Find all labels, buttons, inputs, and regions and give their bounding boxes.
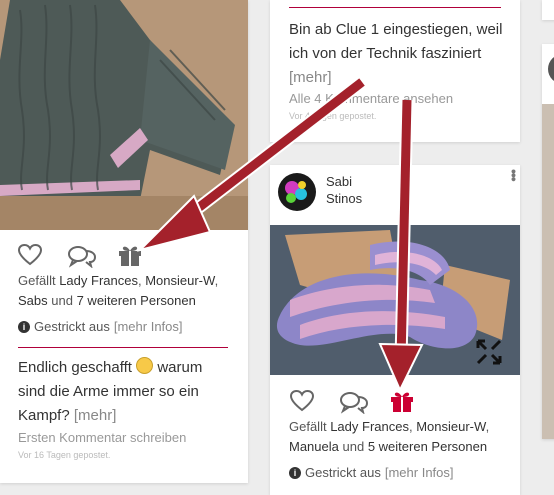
heart-icon[interactable]: [17, 243, 43, 267]
info-icon: i: [18, 320, 30, 333]
liker-link[interactable]: Lady Frances: [330, 419, 409, 434]
comment-bubbles-icon[interactable]: [67, 244, 97, 268]
avatar[interactable]: [277, 172, 317, 212]
caption-more-link[interactable]: [mehr]: [74, 407, 117, 424]
liker-link[interactable]: Manuela: [289, 439, 339, 454]
partial-card-right: [542, 44, 554, 439]
liker-link[interactable]: Lady Frances: [59, 273, 138, 288]
partial-card-top: [542, 0, 554, 20]
divider: [18, 347, 228, 348]
liker-link[interactable]: Monsieur-W: [416, 419, 485, 434]
comment-bubbles-icon[interactable]: [339, 390, 369, 414]
expand-icon[interactable]: [474, 337, 504, 367]
avatar[interactable]: [548, 54, 554, 84]
more-likers-link[interactable]: 7 weiteren Personen: [77, 293, 196, 308]
more-info-link[interactable]: [mehr Infos]: [385, 465, 454, 480]
sweater-photo[interactable]: [0, 0, 248, 230]
top-post-card: Bin ab Clue 1 eingestiegen, weil ich von…: [270, 0, 520, 142]
yarn-info-row: i Gestrickt aus [mehr Infos]: [18, 319, 183, 334]
more-info-link[interactable]: [mehr Infos]: [114, 319, 183, 334]
more-vertical-icon[interactable]: •••: [506, 169, 520, 181]
partial-photo[interactable]: [542, 104, 554, 439]
more-likers-link[interactable]: 5 weiteren Personen: [368, 439, 487, 454]
right-post-card: Sabi Stinos ••• Gefällt Lady Frances, Mo…: [270, 165, 520, 495]
gift-icon[interactable]: [117, 243, 143, 267]
info-icon: i: [289, 466, 301, 479]
first-comment-link[interactable]: Ersten Kommentar schreiben: [18, 430, 186, 445]
likes-text: Gefällt Lady Frances, Monsieur-W, Manuel…: [289, 419, 490, 454]
gift-icon[interactable]: [389, 389, 415, 413]
post-caption: Endlich geschafft warum sind die Arme im…: [18, 357, 203, 424]
posted-time: Vor 16 Tagen gepostet.: [18, 450, 111, 460]
caption-more-link[interactable]: [mehr]: [289, 69, 332, 86]
username[interactable]: Sabi Stinos: [326, 173, 362, 207]
liker-link[interactable]: Sabs: [18, 293, 48, 308]
heart-icon[interactable]: [289, 389, 315, 413]
likes-text: Gefällt Lady Frances, Monsieur-W, Sabs u…: [18, 273, 219, 308]
liker-link[interactable]: Monsieur-W: [145, 273, 214, 288]
divider: [289, 7, 501, 8]
left-post-card: Gefällt Lady Frances, Monsieur-W, Sabs u…: [0, 0, 248, 483]
smiley-icon: [136, 357, 154, 374]
all-comments-link[interactable]: Alle 4 Kommentare ansehen: [289, 91, 453, 106]
posted-time: Vor 4 Tagen gepostet.: [289, 111, 377, 121]
yarn-info-row: i Gestrickt aus [mehr Infos]: [289, 465, 454, 480]
post-caption: Bin ab Clue 1 eingestiegen, weil ich von…: [289, 21, 503, 86]
